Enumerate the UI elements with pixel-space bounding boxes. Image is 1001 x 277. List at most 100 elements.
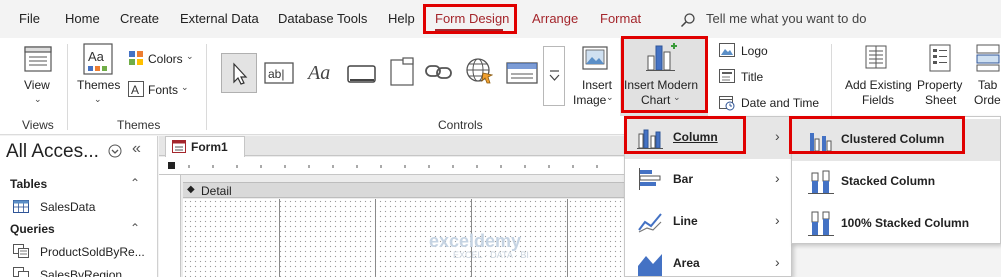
watermark-logo: exceldemy EXCEL · DATA · BI [429, 231, 529, 260]
label-tool[interactable]: Aa [306, 60, 337, 87]
horizontal-ruler [159, 157, 624, 175]
separator [67, 44, 68, 130]
chart-type-area-label: Area [673, 256, 700, 270]
web-browser-icon [466, 58, 494, 84]
title-icon [719, 69, 735, 83]
collapse-pane-icon[interactable]: « [132, 140, 141, 158]
color-palette-icon [129, 51, 143, 65]
percent-stacked-column-icon [808, 211, 834, 236]
nav-menu-dropdown-icon[interactable] [108, 144, 122, 158]
svg-text:Aa: Aa [307, 62, 330, 84]
chevron-down-icon: ⌄ [181, 82, 189, 92]
property-sheet-label-1: Property [917, 78, 963, 92]
chevron-down-icon: ⌄ [34, 94, 42, 104]
nav-item-productsoldbyregion[interactable]: ProductSoldByRe... [40, 245, 145, 259]
section-arrow-icon: ◆ [187, 184, 195, 195]
menu-help[interactable]: Help [388, 11, 415, 26]
nav-section-queries[interactable]: Queries [10, 222, 55, 236]
add-existing-label-1: Add Existing [845, 78, 912, 92]
form-design-area: Form1 ◆ Detail exceldemy EXCEL · DATA · … [159, 136, 624, 277]
text-box-tool[interactable]: ab| [264, 62, 294, 87]
detail-section-label: Detail [201, 184, 232, 198]
search-icon [680, 13, 695, 28]
tab-form1-label: Form1 [191, 140, 228, 154]
clustered-column-highlight-box [789, 116, 965, 154]
svg-text:A: A [131, 83, 139, 97]
chart-type-area[interactable]: Area › [625, 243, 791, 277]
stacked-column-option[interactable]: Stacked Column [792, 161, 1000, 203]
watermark-text: exceldemy [429, 231, 522, 251]
menu-create[interactable]: Create [120, 11, 159, 26]
chart-type-bar[interactable]: Bar › [625, 159, 791, 201]
form-icon [172, 140, 186, 153]
menu-file[interactable]: File [19, 11, 40, 26]
chevron-down-icon: ⌄ [94, 94, 102, 104]
watermark-subtext: EXCEL · DATA · BI [453, 250, 529, 260]
select-tool[interactable] [221, 53, 257, 93]
chevron-down-icon: ⌄ [186, 51, 194, 61]
themes-icon: Aa [83, 43, 113, 75]
tab-control-icon [390, 57, 414, 86]
percent-stacked-column-label: 100% Stacked Column [841, 216, 970, 230]
menu-arrange[interactable]: Arrange [532, 11, 578, 26]
link-icon [425, 65, 452, 79]
view-label: View [24, 78, 50, 92]
chevron-down-icon: ⌄ [606, 92, 614, 102]
menu-format[interactable]: Format [600, 11, 641, 26]
menu-database-tools[interactable]: Database Tools [278, 11, 367, 26]
label-icon: Aa [306, 62, 330, 84]
web-browser-tool[interactable] [465, 57, 494, 88]
gallery-more-button[interactable] [543, 46, 565, 106]
nav-section-tables[interactable]: Tables [10, 177, 47, 191]
hyperlink-tool[interactable] [424, 60, 454, 87]
line-chart-icon [638, 213, 662, 233]
detail-design-grid[interactable] [183, 199, 624, 277]
bar-chart-icon [639, 168, 661, 190]
insert-image-label-1: Insert [582, 78, 613, 92]
detail-section-bar[interactable]: ◆ Detail [183, 182, 624, 198]
tab-control-tool[interactable] [389, 57, 415, 90]
navigation-pane: All Acces... « Tables ⌃ SalesData Querie… [0, 136, 158, 277]
menu-external-data[interactable]: External Data [180, 11, 259, 26]
group-views-label: Views [22, 118, 54, 132]
view-icon [24, 46, 52, 72]
cursor-arrow-icon [233, 62, 248, 85]
image-icon [582, 46, 608, 70]
button-icon [347, 65, 376, 83]
area-chart-icon [638, 254, 662, 276]
nav-item-salesbyregion[interactable]: SalesByRegion [40, 268, 122, 277]
text-box-icon: ab| [264, 62, 294, 84]
calendar-clock-icon [719, 96, 735, 111]
query-icon [13, 244, 29, 258]
grid-line [567, 199, 568, 277]
chart-type-line-label: Line [673, 214, 698, 228]
logo-icon [719, 43, 735, 57]
tab-order-label-1: Tab [978, 78, 998, 92]
tab-form1[interactable]: Form1 [165, 136, 245, 157]
property-sheet-icon [929, 44, 951, 72]
ruler-ticks [168, 162, 598, 169]
chevron-right-icon: › [775, 170, 780, 186]
chart-type-line[interactable]: Line › [625, 201, 791, 243]
percent-stacked-column-option[interactable]: 100% Stacked Column [792, 203, 1000, 245]
navigation-control-tool[interactable] [506, 61, 538, 88]
grid-line [279, 199, 280, 277]
chevron-up-icon[interactable]: ⌃ [130, 221, 140, 235]
tell-me-text: Tell me what you want to do [706, 11, 867, 26]
stacked-column-icon [808, 170, 834, 194]
nav-pane-title[interactable]: All Acces... [6, 141, 99, 163]
date-time-label: Date and Time [741, 96, 820, 110]
button-tool[interactable] [347, 64, 377, 87]
chart-type-bar-label: Bar [673, 172, 694, 186]
chevron-up-icon[interactable]: ⌃ [130, 176, 140, 190]
tab-order-icon [976, 44, 1000, 72]
nav-item-salesdata[interactable]: SalesData [40, 200, 95, 214]
separator [206, 44, 207, 130]
navigation-control-icon [506, 62, 538, 84]
menu-bar: File Home Create External Data Database … [0, 0, 1001, 38]
tell-me-search[interactable]: Tell me what you want to do [680, 9, 1000, 31]
menu-home[interactable]: Home [65, 11, 100, 26]
add-existing-label-2: Fields [862, 93, 895, 107]
query-icon [13, 267, 29, 277]
svg-text:ab|: ab| [268, 67, 284, 81]
